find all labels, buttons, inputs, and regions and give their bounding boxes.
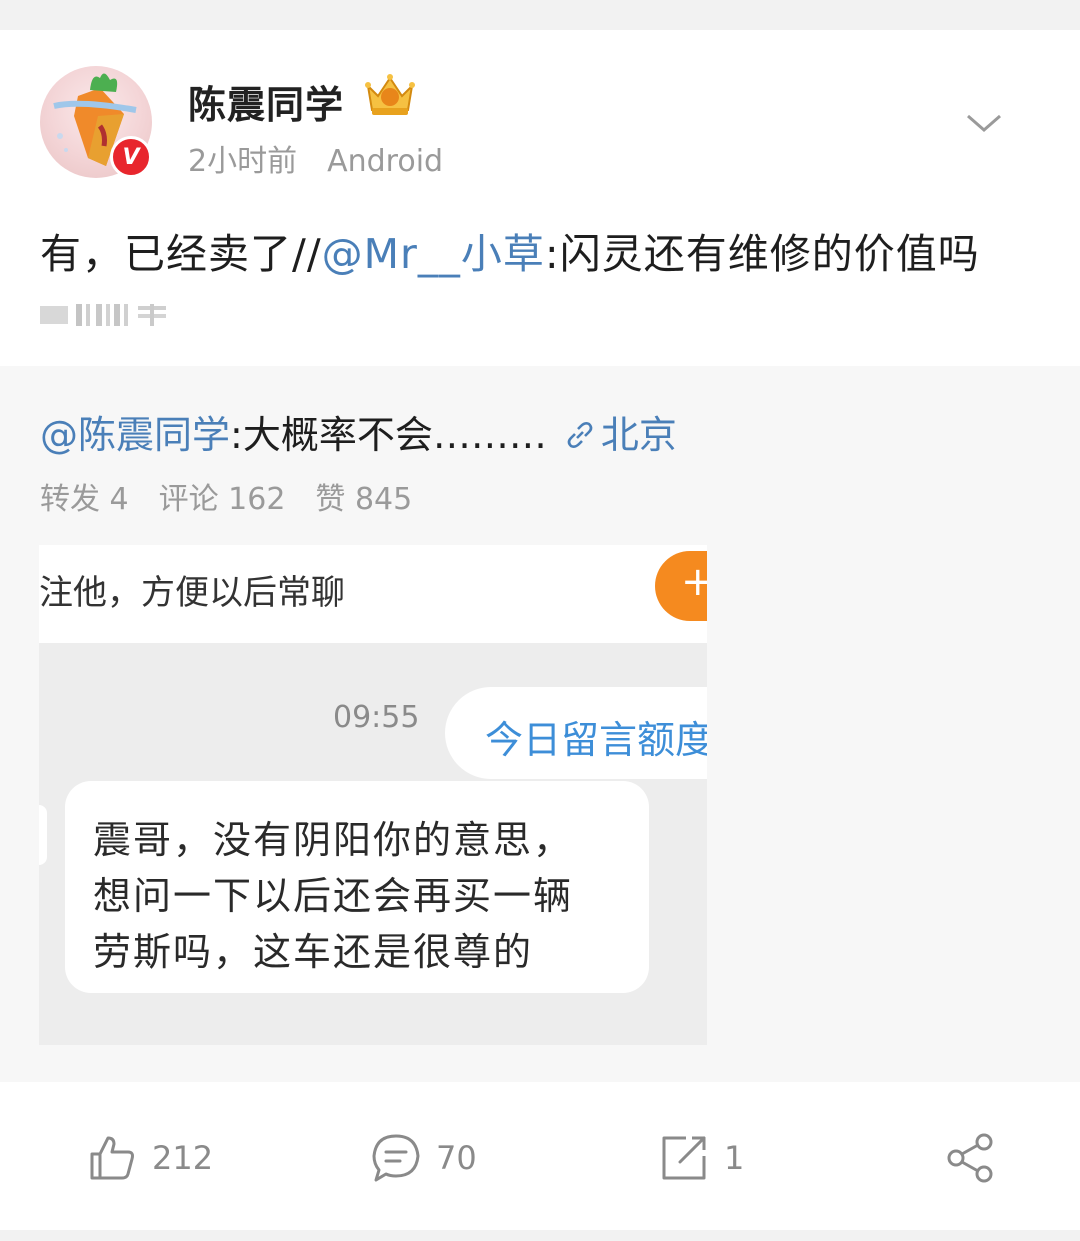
comment-count: 70 xyxy=(436,1139,477,1177)
repost-text: :大概率不会……… xyxy=(230,413,547,457)
like-icon xyxy=(90,1136,134,1180)
repost-section[interactable]: @陈震同学:大概率不会……… 北京 转发 4 评论 162 赞 845 注他，方便以后… xyxy=(0,366,1080,1082)
location-link[interactable]: 北京 xyxy=(565,413,677,457)
repost-comment-count[interactable]: 评论 162 xyxy=(159,482,286,517)
comment-button[interactable]: 70 xyxy=(370,1130,477,1186)
chat-bubble-left: 震哥，没有阴阳你的意思， 想问一下以后还会再买一辆 劳斯吗，这车还是很尊的 xyxy=(65,781,649,993)
chat-line: 劳斯吗，这车还是很尊的 xyxy=(93,930,534,974)
chat-bubble-right: 今日留言额度 xyxy=(445,687,707,779)
more-share-button[interactable] xyxy=(944,1130,996,1186)
chevron-down-icon[interactable] xyxy=(960,108,1008,138)
action-bar: 212 70 1 xyxy=(0,1082,1080,1230)
repost-mention[interactable]: @陈震同学 xyxy=(40,413,230,457)
post-source: Android xyxy=(327,144,444,179)
chat-line: 震哥，没有阴阳你的意思， xyxy=(93,818,574,862)
post-time: 2小时前 xyxy=(188,144,298,179)
like-count: 212 xyxy=(152,1139,214,1177)
post-text-suffix: :闪灵还有维修的价值吗 xyxy=(544,230,980,278)
share-count: 1 xyxy=(724,1139,745,1177)
verified-badge-icon: V xyxy=(110,136,152,178)
repost-stats: 转发 4 评论 162 赞 845 xyxy=(40,474,412,518)
comment-icon xyxy=(372,1134,420,1182)
username[interactable]: 陈震同学 xyxy=(188,74,344,129)
screenshot-top-bar: 注他，方便以后常聊 + xyxy=(39,545,707,643)
link-icon xyxy=(567,422,593,448)
plus-icon: + xyxy=(681,559,707,605)
post-card: V 陈震同学 2小时前 Android 有，已经卖了//@Mr__小草:闪灵还有维… xyxy=(0,30,1080,1230)
blurred-text-image xyxy=(40,304,166,326)
location-label: 北京 xyxy=(600,413,677,457)
repost-body: @陈震同学:大概率不会……… 北京 xyxy=(40,404,677,459)
avatar-edge xyxy=(39,805,47,865)
screenshot-top-text: 注他，方便以后常聊 xyxy=(39,573,345,613)
chat-bubble-right-text: 今日留言额度 xyxy=(485,718,707,762)
post-meta: 2小时前 Android xyxy=(188,136,443,180)
post-body: 有，已经卖了//@Mr__小草:闪灵还有维修的价值吗 xyxy=(40,220,980,280)
share-button[interactable]: 1 xyxy=(658,1130,744,1186)
follow-button: + xyxy=(655,551,707,621)
chat-line: 想问一下以后还会再买一辆 xyxy=(93,874,574,918)
like-button[interactable]: 212 xyxy=(86,1130,213,1186)
post-text-prefix: 有，已经卖了// xyxy=(40,230,322,278)
chat-time: 09:55 xyxy=(333,700,420,735)
more-share-icon xyxy=(947,1133,993,1183)
attached-screenshot[interactable]: 注他，方便以后常聊 + 09:55 今日留言额度 震哥，没有阴阳你的意思， 想问… xyxy=(39,545,707,1045)
crown-icon[interactable] xyxy=(362,70,418,120)
share-icon xyxy=(662,1136,706,1180)
repost-forward-count[interactable]: 转发 4 xyxy=(40,482,129,517)
mention-link[interactable]: @Mr__小草 xyxy=(322,230,545,278)
repost-like-count[interactable]: 赞 845 xyxy=(315,482,412,517)
